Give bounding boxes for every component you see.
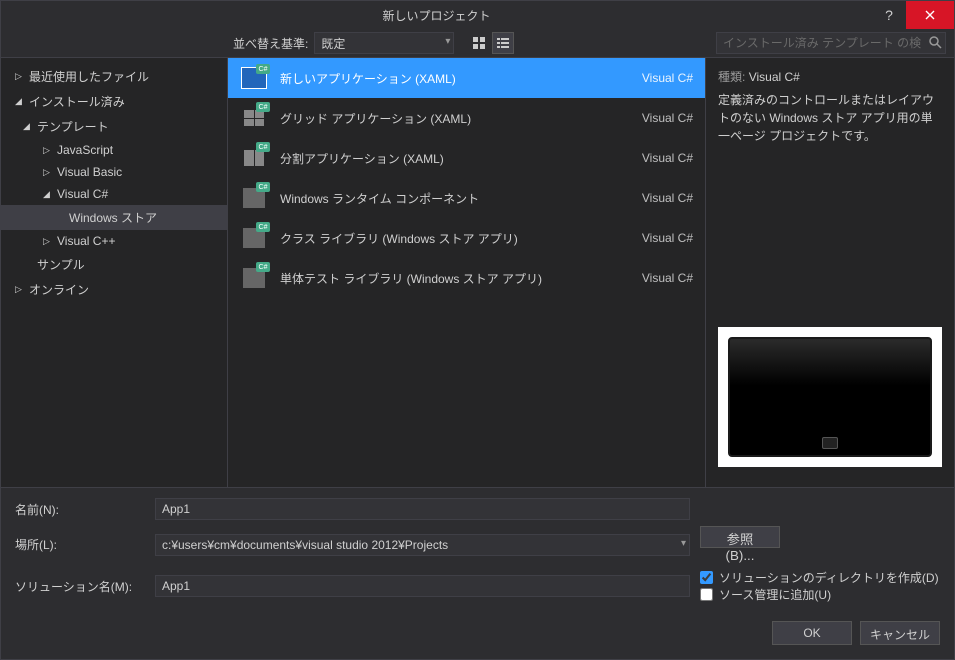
window-title: 新しいプロジェクト [1,7,872,24]
grid-large-icon [472,36,486,50]
close-button[interactable] [906,1,954,29]
tree-templates[interactable]: ◢テンプレート [1,114,227,139]
tree-visualcpp[interactable]: ▷Visual C++ [1,230,227,252]
form-panel: 名前(N): 場所(L): ▾ 参照(B)... ソリューション名(M): ソリ… [1,488,954,613]
grid-app-icon: C# [240,104,268,132]
tablet-icon [728,337,932,457]
dialog-footer: OK キャンセル [1,613,954,659]
titlebar: 新しいプロジェクト ? [1,1,954,29]
solution-name-input[interactable] [155,575,690,597]
template-item-runtime-component[interactable]: C# Windows ランタイム コンポーネント Visual C# [228,178,705,218]
details-panel: 種類: Visual C# 定義済みのコントロールまたはレイアウトのない Win… [706,58,954,487]
search-input[interactable] [716,32,946,54]
type-label: 種類: [718,70,745,84]
new-project-dialog: 新しいプロジェクト ? 並べ替え基準: 既定 ▾ [0,0,955,660]
location-input[interactable] [155,534,690,556]
search-icon [928,35,942,52]
tree-visualcsharp[interactable]: ◢Visual C# [1,183,227,205]
create-directory-checkbox[interactable] [700,571,713,584]
tree-windows-store[interactable]: Windows ストア [1,205,227,230]
triangle-right-icon: ▷ [43,236,53,247]
add-source-control-checkbox[interactable] [700,588,713,601]
template-preview [718,327,942,467]
category-tree: ▷最近使用したファイル ◢インストール済み ◢テンプレート ▷JavaScrip… [1,58,227,487]
tree-javascript[interactable]: ▷JavaScript [1,139,227,161]
cancel-button[interactable]: キャンセル [860,621,940,645]
close-icon [925,10,935,20]
tree-installed[interactable]: ◢インストール済み [1,89,227,114]
location-label: 場所(L): [15,536,145,553]
triangle-right-icon: ▷ [15,284,25,295]
triangle-down-icon: ◢ [23,121,33,132]
name-label: 名前(N): [15,501,145,518]
view-list-button[interactable] [492,32,514,54]
tree-recent[interactable]: ▷最近使用したファイル [1,64,227,89]
sort-label: 並べ替え基準: [233,35,308,52]
tree-online[interactable]: ▷オンライン [1,277,227,302]
add-source-control-label: ソース管理に追加(U) [719,586,831,603]
list-icon [496,36,510,50]
blank-app-icon: C# [240,64,268,92]
create-directory-label: ソリューションのディレクトリを作成(D) [719,569,939,586]
template-item-class-library[interactable]: C# クラス ライブラリ (Windows ストア アプリ) Visual C# [228,218,705,258]
triangle-down-icon: ◢ [43,189,53,200]
triangle-right-icon: ▷ [43,167,53,178]
tree-visualbasic[interactable]: ▷Visual Basic [1,161,227,183]
sort-dropdown[interactable]: 既定 [314,32,454,54]
template-item-split-app[interactable]: C# 分割アプリケーション (XAML) Visual C# [228,138,705,178]
template-description: 定義済みのコントロールまたはレイアウトのない Windows ストア アプリ用の… [718,91,942,145]
solution-name-label: ソリューション名(M): [15,578,145,595]
toolbar: 並べ替え基準: 既定 ▾ [1,29,954,57]
template-list: C# 新しいアプリケーション (XAML) Visual C# C# グリッド … [227,58,706,487]
type-value: Visual C# [749,70,800,84]
component-icon: C# [240,184,268,212]
template-item-blank-app[interactable]: C# 新しいアプリケーション (XAML) Visual C# [228,58,705,98]
name-input[interactable] [155,498,690,520]
template-item-unit-test[interactable]: C# 単体テスト ライブラリ (Windows ストア アプリ) Visual … [228,258,705,298]
help-button[interactable]: ? [872,1,906,29]
library-icon: C# [240,224,268,252]
tree-samples[interactable]: ▷サンプル [1,252,227,277]
unit-test-icon: C# [240,264,268,292]
template-item-grid-app[interactable]: C# グリッド アプリケーション (XAML) Visual C# [228,98,705,138]
triangle-down-icon: ◢ [15,96,25,107]
ok-button[interactable]: OK [772,621,852,645]
triangle-right-icon: ▷ [15,71,25,82]
split-app-icon: C# [240,144,268,172]
triangle-right-icon: ▷ [43,145,53,156]
browse-button[interactable]: 参照(B)... [700,526,780,548]
view-large-icons-button[interactable] [468,32,490,54]
